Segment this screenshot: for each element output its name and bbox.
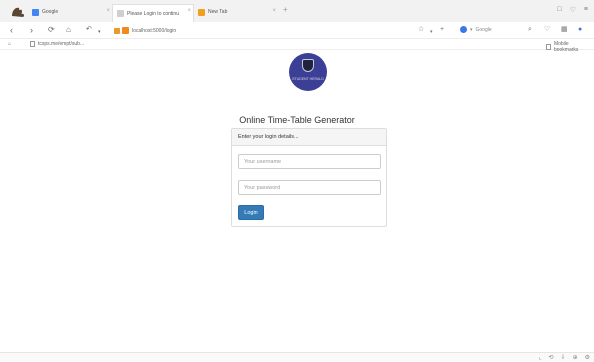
undo-icon[interactable]: ↶	[86, 24, 92, 36]
logo-text: STUDENT HERALD	[292, 77, 324, 81]
profile-icon[interactable]: ●	[578, 24, 582, 36]
tab-login[interactable]: Please Login to continu ×	[112, 4, 194, 22]
mobile-bookmarks[interactable]: Mobile bookmarks	[546, 41, 594, 53]
address-url[interactable]: localhost:5000/login	[132, 28, 176, 34]
menu-icon[interactable]: ≡	[584, 6, 588, 14]
favorite-icon[interactable]: ♡	[570, 6, 576, 14]
folder-icon	[546, 44, 551, 50]
home-icon[interactable]: ⌂	[66, 24, 71, 36]
chevron-down-icon[interactable]: ▾	[98, 26, 101, 38]
tab-google[interactable]: Google ×	[32, 5, 112, 19]
status-icons: ⌞ ⟲ ⇩ ⊕ ⚙	[539, 354, 590, 361]
star-icon[interactable]: ☆	[418, 24, 424, 36]
search-engine-label: Google	[475, 26, 492, 33]
address-bar[interactable]: localhost:5000/login	[114, 25, 414, 36]
security-icon	[114, 27, 120, 34]
close-icon[interactable]: ×	[187, 8, 191, 14]
status-bar: ⌞ ⟲ ⇩ ⊕ ⚙	[0, 352, 594, 362]
add-icon[interactable]: +	[440, 24, 444, 36]
tab-label: Please Login to continu	[127, 10, 179, 17]
login-button[interactable]: Login	[238, 205, 264, 220]
site-icon	[122, 27, 129, 34]
close-icon[interactable]: ×	[272, 8, 276, 14]
bookmarks-home-icon[interactable]: ⌂	[8, 41, 11, 47]
document-icon	[30, 41, 35, 47]
forward-icon[interactable]: ›	[30, 24, 33, 36]
bookmark-label: tcsps.me/empt/sub...	[38, 41, 85, 47]
restore-icon[interactable]: □	[557, 6, 561, 14]
screenshot-icon[interactable]: ⌞	[539, 354, 542, 361]
zoom-icon[interactable]: ⊕	[573, 354, 578, 361]
navigation-bar: ‹ › ⟳ ⌂ ↶ ▾ localhost:5000/login ☆ ▾ + ▾…	[0, 22, 594, 39]
sync-icon[interactable]: ⟲	[549, 354, 554, 361]
new-tab-button[interactable]: +	[283, 6, 288, 14]
login-panel: Enter your login details... Login	[231, 128, 387, 227]
search-engine-selector[interactable]: ▾ Google	[460, 26, 492, 33]
tab-bar: Google × Please Login to continu × New T…	[0, 0, 594, 22]
search-icon[interactable]: ⌕	[528, 24, 532, 36]
reload-icon[interactable]: ⟳	[48, 24, 55, 36]
tab-label: Google	[42, 9, 59, 15]
google-favicon-icon	[32, 8, 39, 16]
window-controls: □ ♡ ≡	[557, 6, 588, 14]
shield-icon[interactable]: ♡	[544, 24, 550, 36]
chevron-down-icon[interactable]: ▾	[430, 26, 433, 38]
username-input[interactable]	[238, 154, 381, 169]
shield-emblem-icon	[302, 59, 314, 72]
settings-icon[interactable]: ⚙	[585, 354, 590, 361]
password-input[interactable]	[238, 180, 381, 195]
close-icon[interactable]: ×	[106, 8, 110, 14]
page-title: Online Time-Table Generator	[239, 115, 355, 125]
page-favicon-icon	[117, 10, 124, 17]
mobile-bookmarks-label: Mobile bookmarks	[553, 41, 579, 53]
new-tab-favicon-icon	[198, 8, 205, 16]
browser-squirrel-icon[interactable]	[10, 4, 26, 18]
chevron-down-icon: ▾	[470, 26, 473, 33]
login-panel-heading: Enter your login details...	[232, 129, 386, 146]
search-engine-icon	[460, 26, 467, 33]
back-icon[interactable]: ‹	[10, 24, 13, 36]
bookmarks-bar: ⌂ tcsps.me/empt/sub... Mobile bookmarks	[0, 39, 594, 53]
site-logo: STUDENT HERALD	[289, 53, 327, 91]
tab-new-tab[interactable]: New Tab ×	[198, 5, 278, 19]
bookmark-item[interactable]: tcsps.me/empt/sub...	[30, 41, 84, 47]
extensions-icon[interactable]: ▦	[561, 24, 568, 36]
download-icon[interactable]: ⇩	[561, 354, 566, 361]
tab-label: New Tab	[208, 9, 228, 15]
